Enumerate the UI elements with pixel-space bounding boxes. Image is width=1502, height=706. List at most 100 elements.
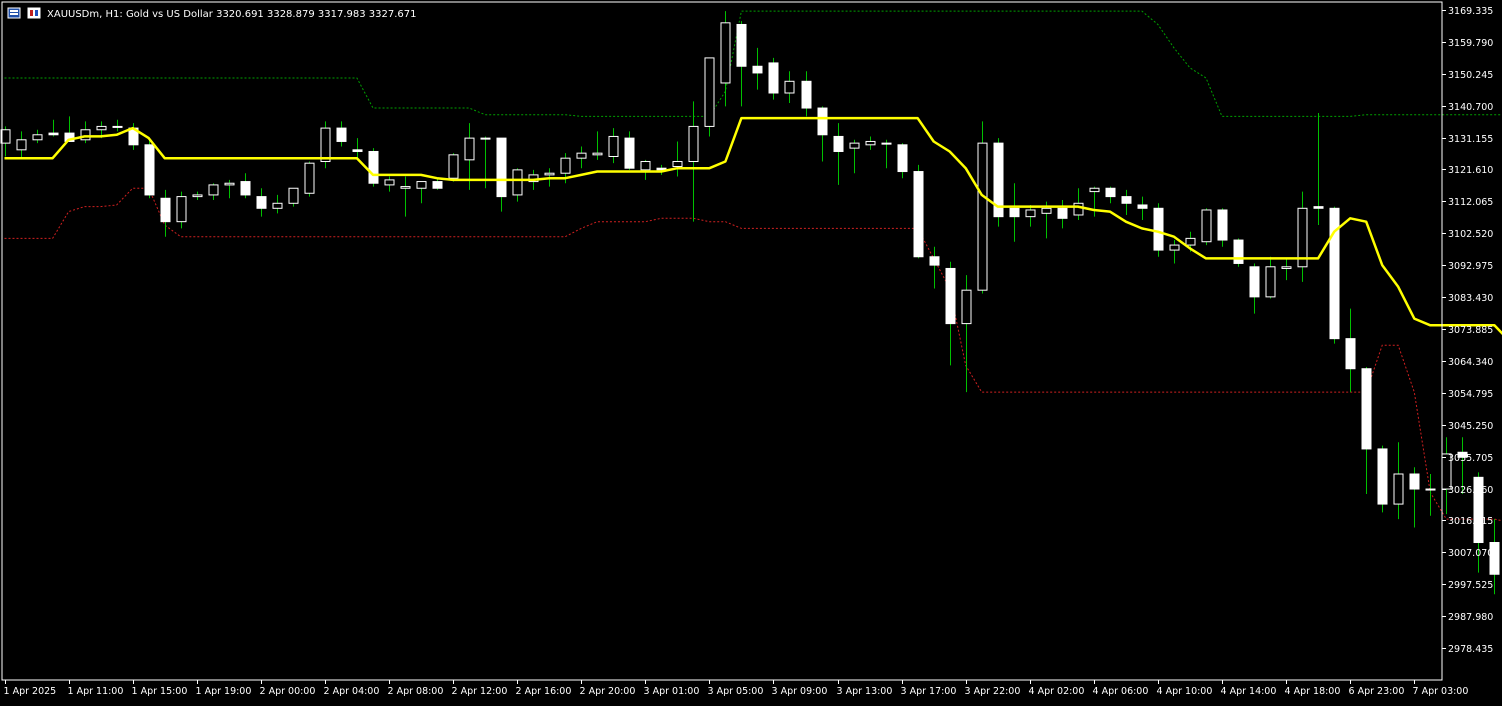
- x-tick-label: 4 Apr 10:00: [1157, 686, 1213, 697]
- x-tick-label: 4 Apr 14:00: [1221, 686, 1277, 697]
- x-tick-label: 2 Apr 16:00: [516, 686, 572, 697]
- candle-body: [33, 135, 42, 140]
- x-tick-label: 3 Apr 17:00: [901, 686, 957, 697]
- candle-body: [113, 126, 122, 127]
- candle-body: [1170, 245, 1179, 250]
- candle[interactable]: [994, 138, 1003, 227]
- y-tick-label: 2978.435: [1448, 644, 1493, 655]
- y-tick-label: 3102.520: [1448, 229, 1493, 240]
- candle-body: [481, 138, 490, 139]
- candle-body: [1138, 205, 1147, 208]
- y-tick-label: 3016.615: [1448, 516, 1493, 527]
- candle[interactable]: [449, 153, 458, 181]
- x-tick-label: 4 Apr 18:00: [1285, 686, 1341, 697]
- y-tick-label: 3150.245: [1448, 70, 1493, 81]
- candle[interactable]: [369, 148, 378, 186]
- candle-body: [209, 185, 218, 195]
- candle-body: [1122, 197, 1131, 204]
- candle-body: [1234, 240, 1243, 263]
- y-tick-label: 2997.525: [1448, 580, 1493, 591]
- x-tick-label: 1 Apr 2025: [4, 686, 57, 697]
- candle-body: [914, 172, 923, 257]
- x-tick-label: 2 Apr 04:00: [324, 686, 380, 697]
- x-tick-label: 4 Apr 02:00: [1029, 686, 1085, 697]
- one-click-trading-icon[interactable]: [28, 8, 40, 18]
- candle-body: [721, 23, 730, 83]
- x-tick-label: 1 Apr 15:00: [132, 686, 188, 697]
- y-tick-label: 3007.070: [1448, 548, 1493, 559]
- candle-body: [417, 182, 426, 189]
- candle-body: [1250, 267, 1259, 297]
- candle[interactable]: [321, 121, 330, 168]
- candle-body: [1090, 188, 1099, 191]
- y-tick-label: 3035.705: [1448, 453, 1493, 464]
- candle-body: [449, 155, 458, 178]
- candle-body: [577, 153, 586, 158]
- candle[interactable]: [145, 140, 154, 198]
- x-tick-label: 7 Apr 03:00: [1413, 686, 1469, 697]
- candle-body: [866, 141, 875, 144]
- candle-body: [753, 66, 762, 73]
- symbol-label: XAUUSDm, H1: Gold vs US Dollar 3320.691 …: [47, 9, 416, 20]
- candle-body: [305, 163, 314, 193]
- candle-body: [97, 126, 106, 129]
- x-tick-label: 6 Apr 23:00: [1349, 686, 1405, 697]
- candlestick-chart[interactable]: 3169.3353159.7903150.2453140.7003131.155…: [0, 0, 1502, 702]
- candle-body: [641, 162, 650, 170]
- candle-body: [385, 180, 394, 185]
- candle[interactable]: [914, 165, 923, 259]
- x-tick-label: 3 Apr 13:00: [837, 686, 893, 697]
- candle-body: [1202, 210, 1211, 242]
- candle-body: [401, 187, 410, 189]
- candle-body: [737, 24, 746, 66]
- candle[interactable]: [978, 121, 987, 293]
- x-tick-label: 2 Apr 08:00: [388, 686, 444, 697]
- candle-body: [785, 81, 794, 93]
- candle-body: [930, 257, 939, 265]
- x-tick-label: 3 Apr 09:00: [772, 686, 828, 697]
- candle-body: [705, 58, 714, 127]
- y-tick-label: 3054.795: [1448, 389, 1493, 400]
- candle-body: [225, 183, 234, 185]
- candle-body: [1026, 210, 1035, 217]
- candle[interactable]: [1378, 446, 1387, 513]
- candle-body: [289, 188, 298, 203]
- y-tick-label: 3131.155: [1448, 134, 1493, 145]
- candle-body: [497, 138, 506, 196]
- candle-body: [49, 133, 58, 135]
- candle-body: [850, 143, 859, 148]
- candle-body: [593, 153, 602, 155]
- candle[interactable]: [769, 58, 778, 100]
- candle-body: [321, 128, 330, 161]
- candle-body: [1106, 188, 1115, 196]
- candle[interactable]: [305, 162, 314, 197]
- candle-body: [802, 81, 811, 108]
- chart-area[interactable]: 3169.3353159.7903150.2453140.7003131.155…: [0, 0, 1502, 702]
- candle-body: [818, 108, 827, 135]
- candle-body: [241, 182, 250, 195]
- candle-body: [1010, 208, 1019, 216]
- candle[interactable]: [1234, 238, 1243, 266]
- chart-window-icon[interactable]: [8, 8, 20, 18]
- y-tick-label: 3140.700: [1448, 102, 1493, 113]
- y-tick-label: 3159.790: [1448, 38, 1493, 49]
- candle-body: [1266, 267, 1275, 297]
- candle-body: [1314, 207, 1323, 209]
- x-tick-label: 2 Apr 12:00: [452, 686, 508, 697]
- candle-body: [257, 197, 266, 209]
- candle-body: [513, 170, 522, 195]
- y-tick-label: 3064.340: [1448, 357, 1493, 368]
- candle-body: [145, 145, 154, 195]
- candle-body: [369, 151, 378, 183]
- candle-body: [673, 162, 682, 167]
- candle[interactable]: [705, 58, 714, 137]
- x-tick-label: 1 Apr 11:00: [68, 686, 124, 697]
- candle-body: [609, 136, 618, 156]
- candle-body: [1154, 208, 1163, 250]
- y-tick-label: 3112.065: [1448, 197, 1493, 208]
- y-tick-label: 3092.975: [1448, 261, 1493, 272]
- candle[interactable]: [1202, 208, 1211, 245]
- y-tick-label: 3045.250: [1448, 421, 1493, 432]
- candle-body: [1362, 369, 1371, 449]
- candle-body: [545, 173, 554, 175]
